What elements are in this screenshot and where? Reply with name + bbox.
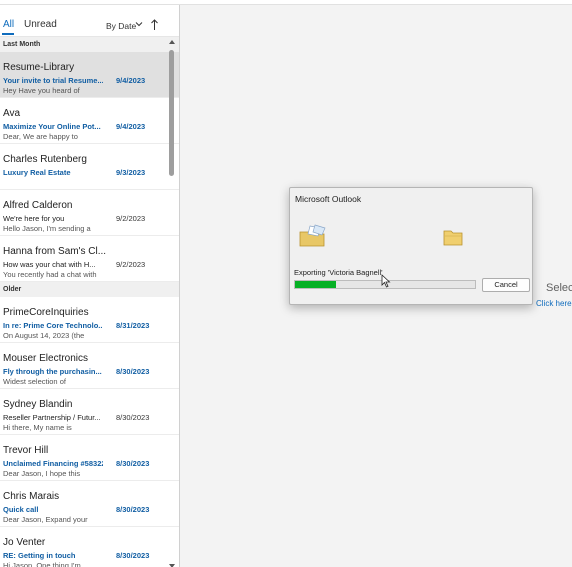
progress-fill xyxy=(295,281,337,288)
message-item[interactable]: Alfred Calderon We're here for you 9/2/202… xyxy=(0,190,179,236)
export-progress-dialog: Microsoft Outlook Exporting 'Victoria Ba… xyxy=(289,187,533,305)
message-date: 8/30/2023 xyxy=(116,367,150,376)
message-date: 9/4/2023 xyxy=(116,76,146,85)
scroll-thumb[interactable] xyxy=(169,50,174,176)
chevron-down-icon[interactable] xyxy=(135,20,143,28)
message-sender: Ava xyxy=(3,108,21,119)
sort-direction-icon[interactable] xyxy=(150,19,159,31)
message-sender: Alfred Calderon xyxy=(3,200,73,211)
tab-all[interactable]: All xyxy=(3,19,14,30)
message-subject: Unclaimed Financing #58322 xyxy=(3,459,103,468)
dialog-title: Microsoft Outlook xyxy=(295,194,362,204)
sort-by-button[interactable]: By Date xyxy=(106,21,136,31)
tab-unread[interactable]: Unread xyxy=(24,19,57,30)
filter-bar: All Unread By Date xyxy=(0,5,179,37)
message-date: 9/2/2023 xyxy=(116,260,146,269)
message-item[interactable]: Jo Venter RE: Getting in touch 8/30/2023 Hi… xyxy=(0,527,179,567)
message-item[interactable]: Trevor Hill Unclaimed Financing #58322 8/3… xyxy=(0,435,179,481)
message-date: 9/4/2023 xyxy=(116,122,146,131)
message-preview: Dear Jason, Expand your xyxy=(3,515,88,524)
message-preview: Dear Jason, I hope this xyxy=(3,469,81,478)
message-sender: Trevor Hill xyxy=(3,445,49,456)
message-subject: In re: Prime Core Technolo... xyxy=(3,321,103,330)
message-date: 8/30/2023 xyxy=(116,459,150,468)
message-item[interactable]: Hanna from Sam's Cl... How was your chat … xyxy=(0,236,179,282)
message-preview: Hey Have you heard of xyxy=(3,86,80,95)
message-item[interactable]: Charles Rutenberg Luxury Real Estate 9/3/2… xyxy=(0,144,179,190)
message-sender: Chris Marais xyxy=(3,491,60,502)
message-subject: Luxury Real Estate xyxy=(3,168,71,177)
reading-pane-link[interactable]: Click here t xyxy=(536,299,572,308)
group-header[interactable]: Older xyxy=(0,282,179,297)
message-subject: Maximize Your Online Pot... xyxy=(3,122,101,131)
folder-icon xyxy=(443,230,463,246)
message-subject: How was your chat with H... xyxy=(3,260,96,269)
message-item[interactable]: Mouser Electronics Fly through the purcha… xyxy=(0,343,179,389)
message-subject: Reseller Partnership / Futur... xyxy=(3,413,101,422)
message-preview: Hi Jason, One thing I'm xyxy=(3,561,81,567)
message-date: 8/31/2023 xyxy=(116,321,150,330)
message-subject: Quick call xyxy=(3,505,39,514)
message-subject: RE: Getting in touch xyxy=(3,551,76,560)
message-sender: Charles Rutenberg xyxy=(3,154,87,165)
message-date: 8/30/2023 xyxy=(116,413,150,422)
message-item[interactable]: Sydney Blandin Reseller Partnership / Fut… xyxy=(0,389,179,435)
message-sender: Resume-Library xyxy=(3,62,75,73)
message-item[interactable]: Resume-Library Your invite to trial Resum… xyxy=(0,52,179,98)
message-item[interactable]: Ava Maximize Your Online Pot... 9/4/2023 De… xyxy=(0,98,179,144)
mouse-cursor-icon xyxy=(381,274,391,288)
message-sender: Hanna from Sam's Cl... xyxy=(3,246,107,257)
message-preview: On August 14, 2023 (the xyxy=(3,331,85,340)
message-preview: Hi there, My name is xyxy=(3,423,72,432)
message-list: Last Month Resume-Library Your invite to t… xyxy=(0,37,179,567)
message-sender: Sydney Blandin xyxy=(3,399,73,410)
list-scrollbar[interactable] xyxy=(167,40,176,567)
group-header[interactable]: Last Month xyxy=(0,37,179,52)
message-subject: Fly through the purchasin... xyxy=(3,367,102,376)
message-preview: Widest selection of xyxy=(3,377,66,386)
message-preview: Hello Jason, I'm sending a xyxy=(3,224,91,233)
message-subject: Your invite to trial Resume... xyxy=(3,76,103,85)
message-date: 8/30/2023 xyxy=(116,551,150,560)
message-item[interactable]: Chris Marais Quick call 8/30/2023 Dear Jaso… xyxy=(0,481,179,527)
message-preview: You recently had a chat with xyxy=(3,270,97,279)
message-sender: PrimeCoreInquiries xyxy=(3,307,89,318)
message-sender: Mouser Electronics xyxy=(3,353,89,364)
message-list-pane: All Unread By Date Last Month Resume-Libr… xyxy=(0,5,180,567)
scroll-up-icon[interactable] xyxy=(169,40,175,44)
reading-pane-prompt: Selec xyxy=(546,282,572,294)
tab-all-underline xyxy=(2,33,14,35)
export-status-text: Exporting 'Victoria Bagnell' xyxy=(294,268,383,277)
message-item[interactable]: PrimeCoreInquiries In re: Prime Core Tech… xyxy=(0,297,179,343)
message-sender: Jo Venter xyxy=(3,537,46,548)
message-date: 9/3/2023 xyxy=(116,168,146,177)
message-date: 9/2/2023 xyxy=(116,214,146,223)
cancel-button[interactable]: Cancel xyxy=(482,278,530,292)
flying-papers-icon xyxy=(299,224,326,247)
message-preview: Dear, We are happy to xyxy=(3,132,78,141)
message-subject: We're here for you xyxy=(3,214,65,223)
message-date: 8/30/2023 xyxy=(116,505,150,514)
